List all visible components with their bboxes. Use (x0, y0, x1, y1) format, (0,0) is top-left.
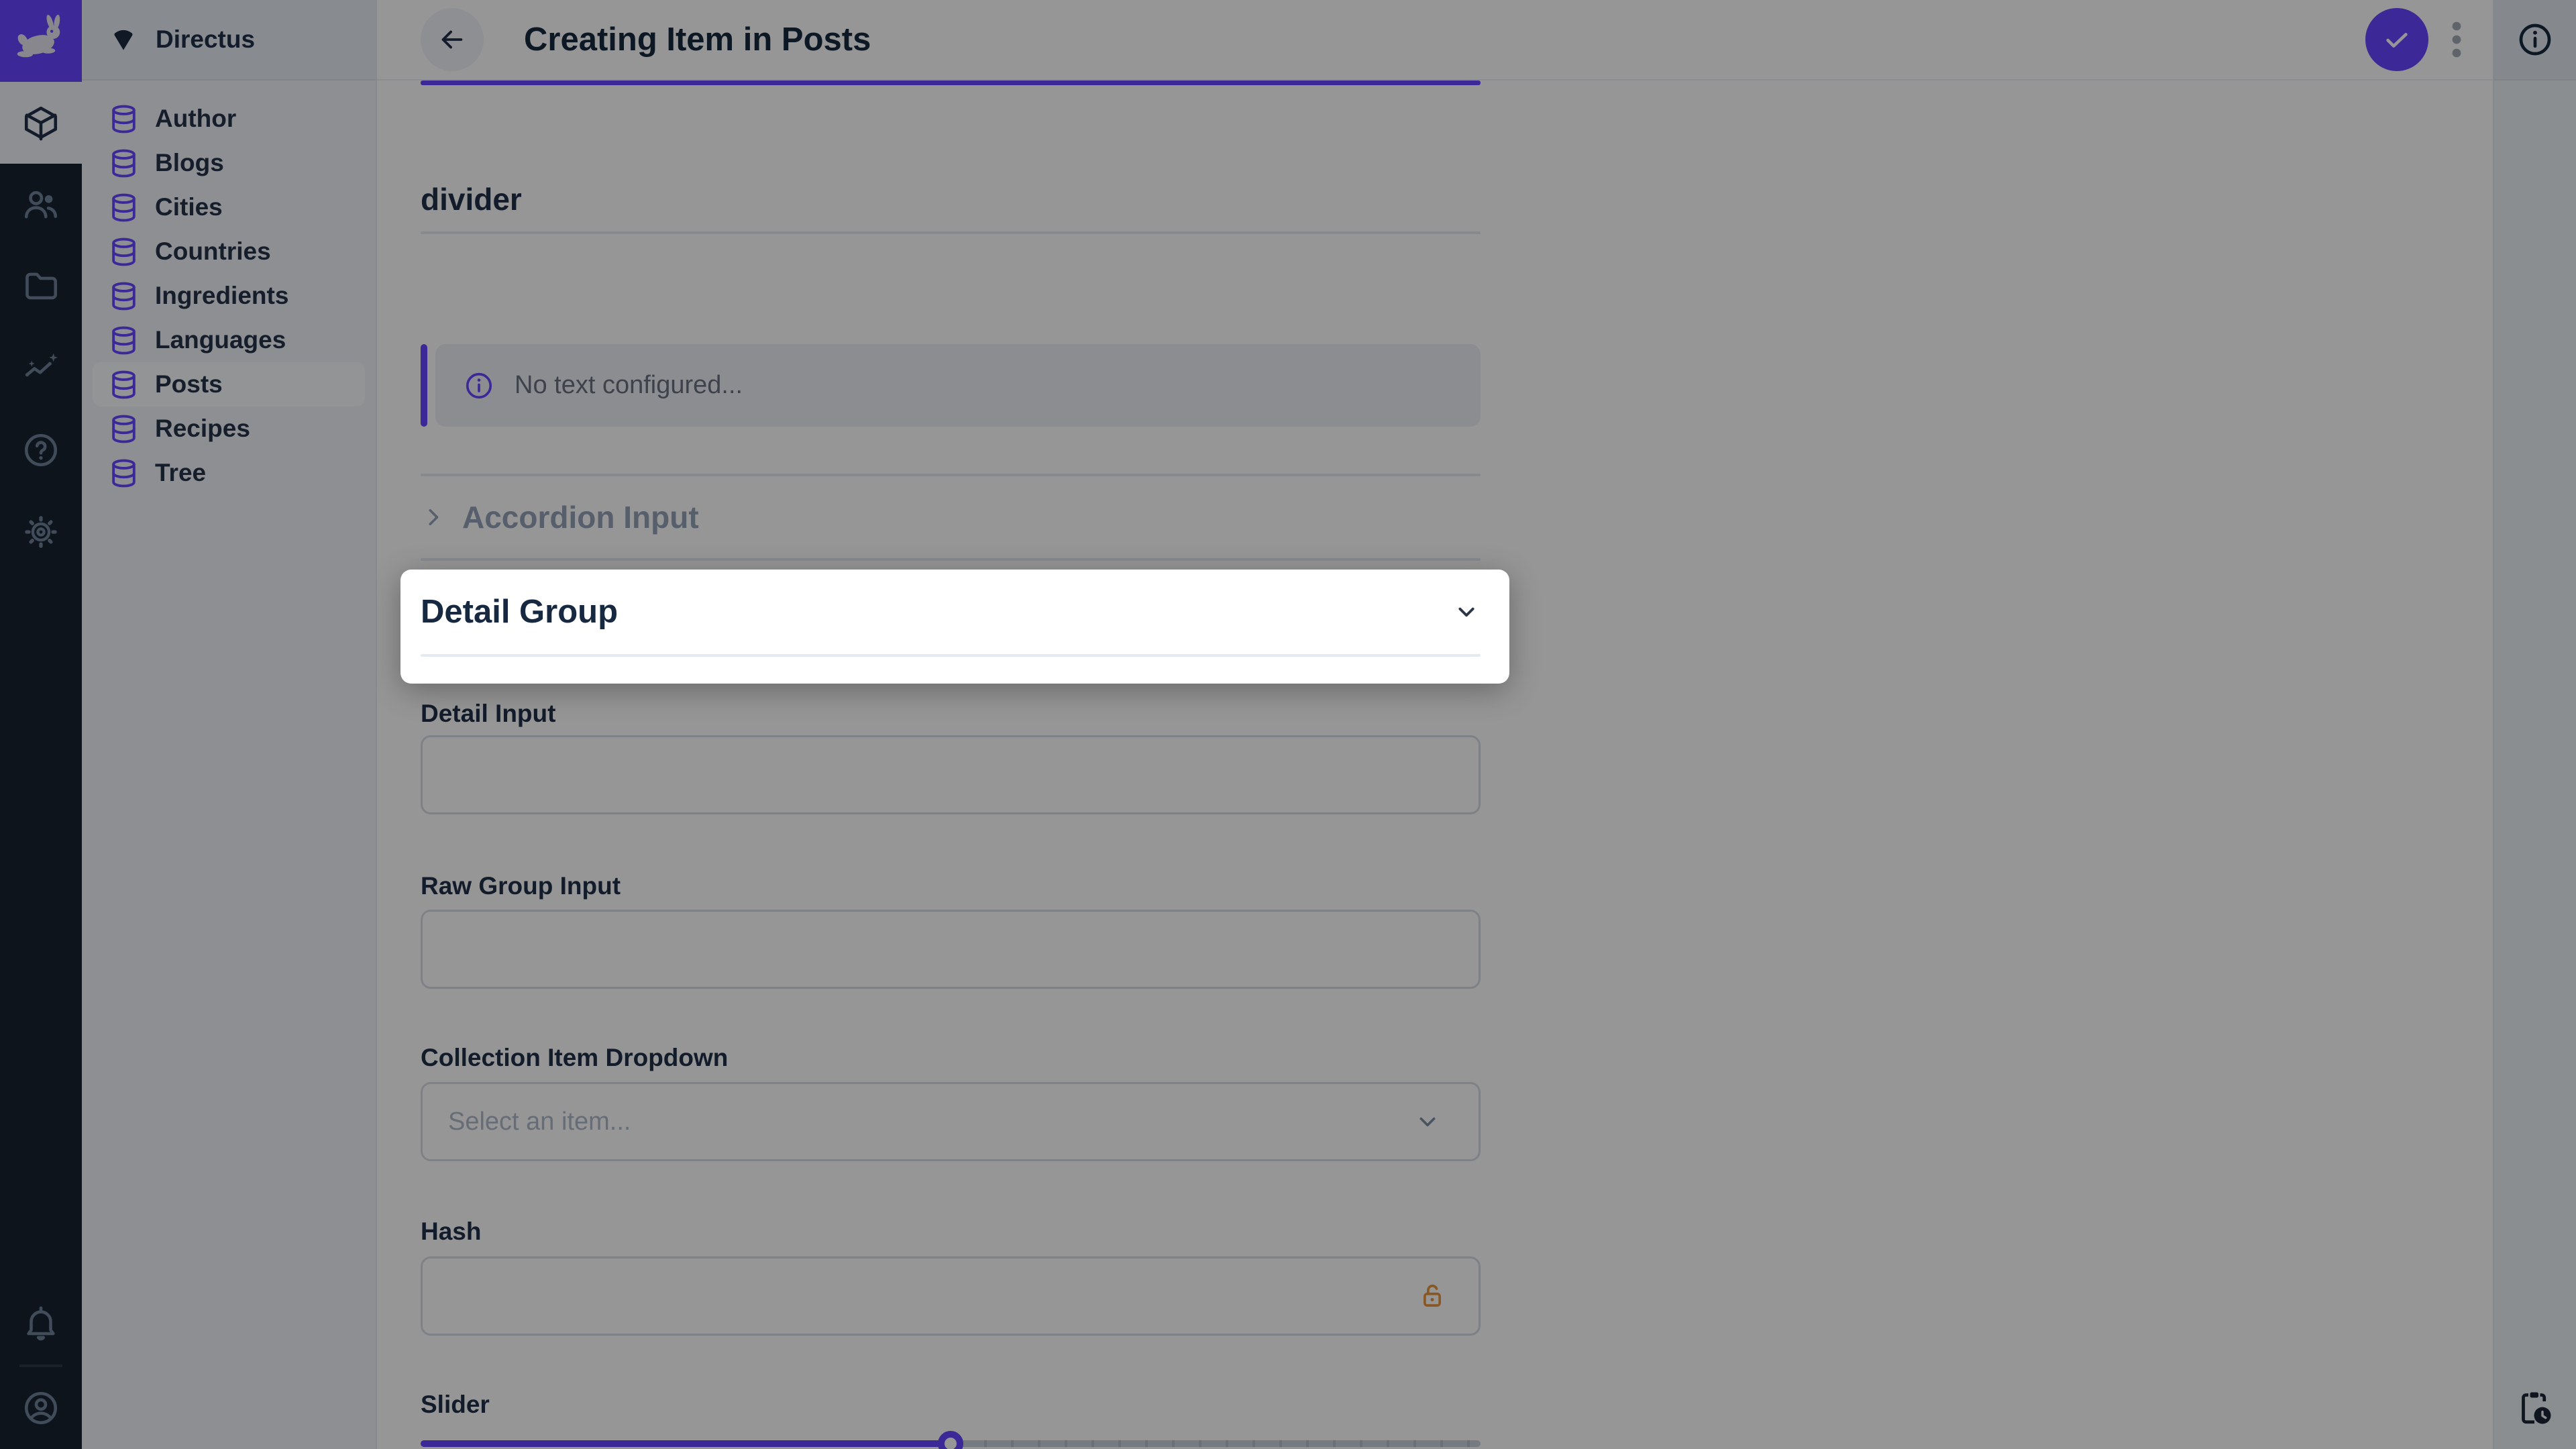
notice-block: No text configured... (421, 344, 1481, 427)
more-options-button[interactable] (2447, 21, 2466, 58)
gear-icon (21, 513, 60, 551)
section-rule (421, 558, 1481, 561)
item-form: divider No text configured... (377, 80, 2493, 1449)
notice-accent-bar (421, 344, 427, 427)
database-icon (107, 413, 140, 445)
slider-field[interactable] (421, 1430, 1481, 1449)
notifications-button[interactable] (0, 1283, 82, 1364)
nav-item-cities[interactable]: Cities (93, 185, 365, 229)
people-icon (21, 185, 60, 224)
nav-item-ingredients[interactable]: Ingredients (93, 274, 365, 318)
detail-group-rule (421, 654, 1481, 657)
revisions-sidebar-button[interactable] (2494, 1367, 2576, 1449)
slider-track[interactable] (421, 1440, 1481, 1447)
detail-group-card[interactable]: Detail Group (400, 570, 1509, 684)
project-name: Directus (156, 25, 255, 54)
accordion-input-toggle[interactable]: Accordion Input (421, 476, 1481, 558)
notice-text: No text configured... (515, 371, 743, 400)
back-button[interactable] (421, 8, 484, 71)
right-sidebar (2493, 0, 2576, 1449)
info-circle-icon (2516, 21, 2554, 58)
accordion-label: Accordion Input (462, 499, 699, 535)
page-title: Creating Item in Posts (524, 21, 2365, 58)
header-actions (2365, 8, 2466, 71)
kebab-menu-icon (2451, 21, 2462, 58)
rabbit-logo-icon (4, 4, 78, 78)
bell-icon (21, 1304, 60, 1343)
module-bar (0, 0, 82, 1449)
page-header: Creating Item in Posts (377, 0, 2493, 80)
arrow-left-icon (437, 24, 468, 55)
slider-knob[interactable] (938, 1431, 963, 1449)
module-user-directory[interactable] (0, 164, 82, 246)
detail-input-field[interactable] (421, 735, 1481, 814)
slider-label: Slider (421, 1389, 1481, 1419)
cube-icon (21, 103, 60, 142)
slider-fill (421, 1440, 951, 1447)
chevron-down-icon[interactable] (1452, 598, 1481, 626)
module-file-library[interactable] (0, 246, 82, 327)
chevron-down-icon (1413, 1108, 1442, 1136)
project-header[interactable]: Directus (82, 0, 376, 80)
database-icon (107, 147, 140, 180)
collection-item-dropdown[interactable]: Select an item... (421, 1082, 1481, 1161)
analytics-icon (21, 349, 60, 388)
module-insights[interactable] (0, 327, 82, 409)
collection-item-dropdown-label: Collection Item Dropdown (421, 1042, 1481, 1073)
clipboard-clock-icon (2515, 1388, 2555, 1428)
database-icon (107, 457, 140, 490)
info-sidebar-button[interactable] (2494, 0, 2576, 80)
database-icon (107, 368, 140, 401)
divider-heading: divider (421, 179, 1481, 219)
nav-item-blogs[interactable]: Blogs (93, 141, 365, 185)
chevron-right-icon (421, 504, 446, 530)
nav-item-countries[interactable]: Countries (93, 229, 365, 274)
project-fan-icon (109, 25, 138, 54)
raw-group-input-label: Raw Group Input (421, 871, 1481, 901)
hash-field[interactable] (421, 1256, 1481, 1336)
nav-sidebar: Directus Author Blogs Cities Countries I… (82, 0, 377, 1449)
user-circle-icon (21, 1389, 60, 1428)
main-area: Creating Item in Posts (377, 0, 2493, 1449)
lock-open-icon (1417, 1281, 1448, 1311)
directus-app: Directus Author Blogs Cities Countries I… (0, 0, 2576, 1449)
help-circle-icon (21, 431, 60, 470)
database-icon (107, 235, 140, 268)
database-icon (107, 280, 140, 313)
database-icon (107, 324, 140, 357)
database-icon (107, 191, 140, 224)
info-circle-icon (464, 370, 494, 401)
focused-field-edge (421, 80, 1481, 85)
save-button[interactable] (2365, 8, 2428, 71)
module-documentation[interactable] (0, 409, 82, 491)
nav-item-recipes[interactable]: Recipes (93, 407, 365, 451)
detail-input-label: Detail Input (421, 698, 1481, 729)
divider-rule (421, 231, 1481, 234)
nav-item-posts[interactable]: Posts (93, 362, 365, 407)
database-icon (107, 103, 140, 136)
detail-group-title: Detail Group (421, 593, 1452, 631)
check-icon (2381, 24, 2412, 55)
nav-item-author[interactable]: Author (93, 97, 365, 141)
nav-item-languages[interactable]: Languages (93, 318, 365, 362)
module-settings[interactable] (0, 491, 82, 573)
collection-list: Author Blogs Cities Countries Ingredient… (82, 80, 376, 495)
module-content[interactable] (0, 82, 82, 164)
hash-label: Hash (421, 1216, 1481, 1246)
nav-item-tree[interactable]: Tree (93, 451, 365, 495)
raw-group-input-field[interactable] (421, 910, 1481, 989)
account-button[interactable] (0, 1367, 82, 1449)
directus-logo[interactable] (0, 0, 82, 82)
dropdown-placeholder: Select an item... (448, 1108, 1413, 1136)
folder-icon (21, 267, 60, 306)
